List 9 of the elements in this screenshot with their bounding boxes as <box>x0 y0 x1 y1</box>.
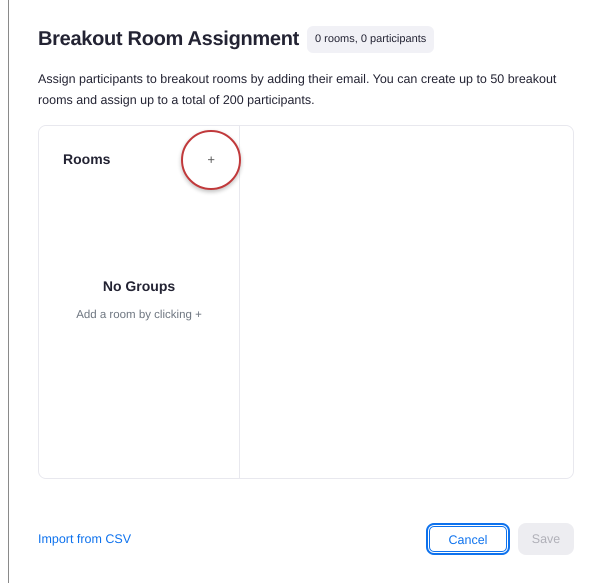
add-room-button[interactable]: + <box>203 152 219 168</box>
empty-state-title: No Groups <box>102 276 176 296</box>
description: Assign participants to breakout rooms by adding their email. You can create up to 50 breakout rooms and assign up to a total of 200 participants. <box>38 70 558 109</box>
cancel-button[interactable]: Cancel <box>426 522 510 555</box>
import-link[interactable]: Import from CSV <box>38 530 132 548</box>
room-count: 0 rooms, 0 participants <box>306 26 434 52</box>
rooms-heading: Rooms <box>63 150 110 169</box>
empty-state-hint: Add a room by clicking + <box>75 308 203 322</box>
dialog-title: Breakout Room Assignment <box>38 27 299 52</box>
